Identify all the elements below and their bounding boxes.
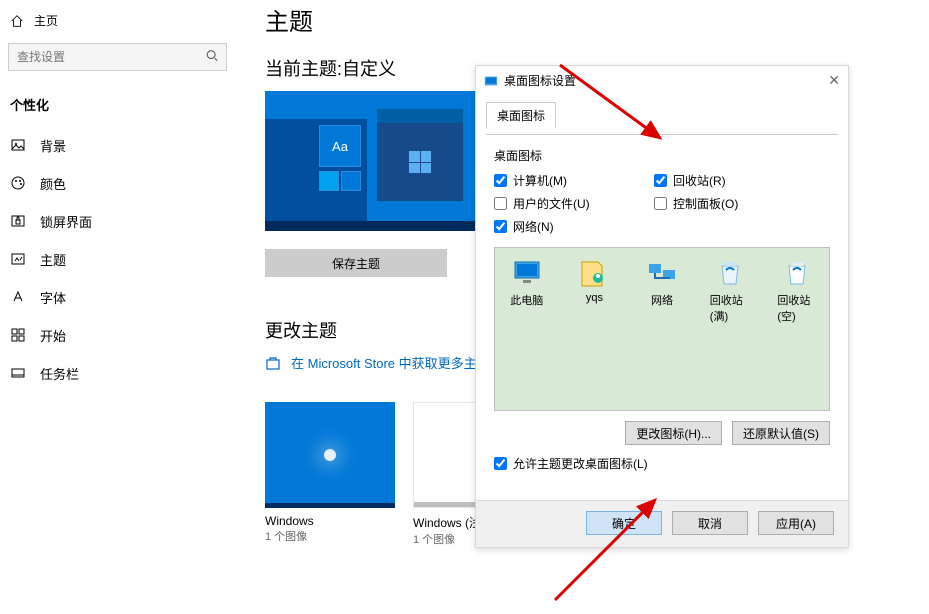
icon-preview-item[interactable]: 此电脑 [507,256,547,308]
taskbar-icon [10,365,26,381]
sidebar-item-taskbar[interactable]: 任务栏 [0,354,235,392]
cancel-button[interactable]: 取消 [672,511,748,535]
checkbox-item[interactable]: 用户的文件(U) [494,195,654,212]
ok-button[interactable]: 确定 [586,511,662,535]
lockscreen-icon [10,213,26,229]
icon-preview-item[interactable]: yqs [575,256,615,304]
sidebar-item-label: 开始 [40,326,66,345]
sidebar-section-title: 个性化 [0,89,235,126]
dialog-tab[interactable]: 桌面图标 [486,102,556,129]
icon-label: 网络 [651,292,673,308]
icon-label: 回收站(空) [777,292,817,324]
sidebar-home-label: 主页 [34,12,58,29]
store-link-text: 在 Microsoft Store 中获取更多主题 [291,353,490,372]
icon-preview-item[interactable]: 回收站(空) [777,256,817,324]
dialog-close-button[interactable]: ✕ [828,72,840,89]
background-icon [10,137,26,153]
checkbox-label: 网络(N) [513,218,554,235]
user-icon [578,256,610,288]
checkbox-item[interactable]: 网络(N) [494,218,654,235]
windows-logo-icon [409,151,431,173]
bine-icon [781,256,813,288]
search-input[interactable] [8,43,227,71]
checkbox-label: 计算机(M) [513,172,567,189]
icon-label: yqs [586,292,603,304]
icon-label: 回收站(满) [710,292,750,324]
sidebar-item-label: 字体 [40,288,66,307]
checkbox-label: 控制面板(O) [673,195,738,212]
theme-label: Windows [265,514,395,528]
theme-card[interactable]: Windows1 个图像 [265,402,395,547]
pc-icon [511,256,543,288]
allow-themes-checkbox[interactable]: 允许主题更改桌面图标(L) [494,455,830,472]
dialog-icon [484,74,498,88]
sidebar-item-start[interactable]: 开始 [0,316,235,354]
apply-button[interactable]: 应用(A) [758,511,834,535]
sidebar-item-label: 任务栏 [40,364,79,383]
checkbox-item[interactable]: 计算机(M) [494,172,654,189]
sample-text: Aa [332,139,348,154]
sidebar: 主页 个性化 背景颜色锁屏界面主题字体开始任务栏 [0,0,235,614]
sidebar-item-label: 锁屏界面 [40,212,92,231]
sidebar-item-themes[interactable]: 主题 [0,240,235,278]
search-icon [205,49,219,66]
sidebar-item-label: 主题 [40,250,66,269]
store-icon [265,355,281,371]
group-label: 桌面图标 [494,147,830,164]
sidebar-item-background[interactable]: 背景 [0,126,235,164]
icon-preview-item[interactable]: 网络 [642,256,682,308]
icon-label: 此电脑 [510,292,543,308]
sidebar-home[interactable]: 主页 [0,8,235,39]
colors-icon [10,175,26,191]
home-icon [10,14,24,28]
sidebar-item-label: 背景 [40,136,66,155]
save-theme-button[interactable]: 保存主题 [265,249,447,277]
net-icon [646,256,678,288]
theme-preview[interactable]: Aa [265,91,475,231]
dialog-tabbar: 桌面图标 [486,95,838,135]
page-title: 主题 [265,0,909,51]
search-box [8,43,227,71]
checkbox-item[interactable]: 回收站(R) [654,172,814,189]
theme-count: 1 个图像 [265,528,395,544]
icon-preview-item[interactable]: 回收站(满) [710,256,750,324]
sidebar-item-lockscreen[interactable]: 锁屏界面 [0,202,235,240]
allow-themes-label: 允许主题更改桌面图标(L) [513,455,648,472]
icon-preview-panel: 此电脑 yqs 网络 回收站(满) 回收站(空) [494,247,830,411]
sidebar-item-colors[interactable]: 颜色 [0,164,235,202]
desktop-icon-dialog: 桌面图标设置 ✕ 桌面图标 桌面图标 计算机(M) 回收站(R) 用户的文件(U) 控… [475,65,849,548]
binf-icon [714,256,746,288]
change-icon-button[interactable]: 更改图标(H)... [625,421,722,445]
dialog-titlebar: 桌面图标设置 ✕ [476,66,848,95]
start-icon [10,327,26,343]
sidebar-item-fonts[interactable]: 字体 [0,278,235,316]
restore-default-button[interactable]: 还原默认值(S) [732,421,830,445]
fonts-icon [10,289,26,305]
dialog-title-text: 桌面图标设置 [504,72,576,89]
checkbox-label: 回收站(R) [673,172,726,189]
checkbox-item[interactable]: 控制面板(O) [654,195,814,212]
checkbox-label: 用户的文件(U) [513,195,590,212]
themes-icon [10,251,26,267]
sidebar-item-label: 颜色 [40,174,66,193]
